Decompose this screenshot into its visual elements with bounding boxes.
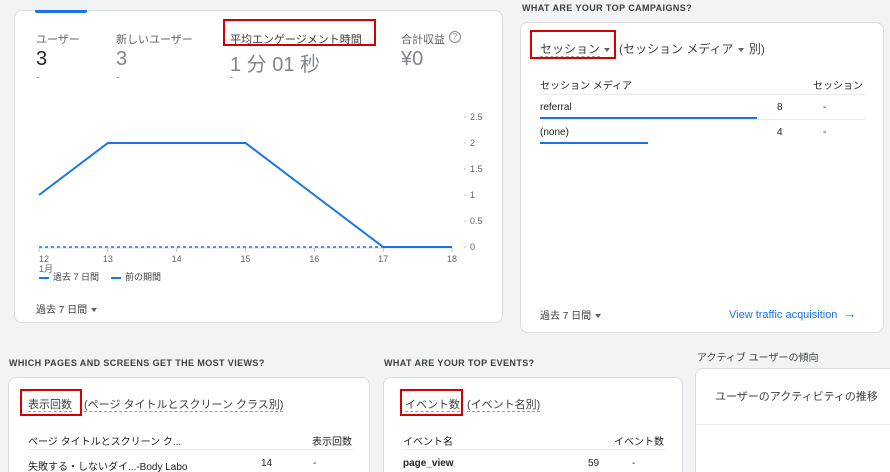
metric-engagement-value: 1 分 01 秒: [230, 54, 321, 76]
help-circle-icon[interactable]: ?: [449, 31, 461, 43]
metric-new-users-label[interactable]: 新しいユーザー: [116, 31, 193, 47]
x-tick-label: 14: [172, 254, 182, 264]
campaigns-row-value: 4: [777, 127, 783, 138]
series-current-line: [38, 142, 452, 248]
events-row-delta: -: [632, 458, 636, 469]
caret-down-icon: [737, 47, 744, 52]
pages-col-metric: 表示回数: [312, 437, 352, 448]
y-tick-label: 0: [470, 242, 475, 252]
metric-users-label[interactable]: ユーザー: [36, 31, 80, 47]
campaigns-card: セッション (セッション メディア 別) セッション メディア セッション re…: [520, 22, 884, 333]
campaigns-date-range-dropdown[interactable]: 過去 7 日間: [540, 307, 602, 322]
metric-users-delta: -: [36, 72, 39, 82]
campaigns-row-label: referral: [540, 102, 572, 113]
divider: [403, 449, 665, 450]
y-tick-label: 1: [470, 190, 475, 200]
highlight-engagement: [223, 19, 376, 46]
y-tick-label: 0.5: [470, 216, 483, 226]
pages-dimension-selector[interactable]: (ページ タイトルとスクリーン クラス別): [84, 396, 284, 412]
campaigns-row-value: 8: [777, 102, 783, 113]
events-col-dimension: イベント名: [403, 437, 453, 448]
events-dimension-selector[interactable]: (イベント名別): [467, 396, 541, 412]
events-metric-label: イベント数: [405, 399, 460, 412]
campaigns-row-bar: [540, 142, 648, 144]
x-tick-label: 17: [378, 254, 388, 264]
pages-row-label: 失敗する・しないダイ...-Body Labo: [28, 462, 188, 472]
x-tick-label: 18: [447, 254, 457, 264]
events-metric-selector[interactable]: イベント数: [405, 396, 460, 412]
campaigns-row-delta: -: [823, 127, 827, 138]
metric-users-value: 3: [36, 48, 48, 70]
campaigns-metric-label: セッション: [540, 42, 601, 57]
view-traffic-acquisition-link[interactable]: View traffic acquisition →: [729, 306, 857, 321]
pages-card: 表示回数 (ページ タイトルとスクリーン クラス別) ページ タイトルとスクリー…: [8, 377, 370, 472]
pages-col-dimension: ページ タイトルとスクリーン ク...: [28, 437, 182, 448]
divider: [696, 424, 890, 425]
legend-previous-swatch-icon: [111, 276, 121, 279]
events-row-value: 59: [588, 458, 600, 469]
divider: [28, 449, 353, 450]
users-line-chart: 2.521.510.5012 13 14 15 16 17 181月: [38, 112, 483, 274]
caret-down-icon: [595, 314, 602, 319]
y-tick-label: 2: [470, 138, 475, 148]
campaigns-dimension-label: (セッション メディア: [619, 42, 734, 56]
caret-down-icon: [604, 47, 611, 52]
date-range-label: 過去 7 日間: [36, 305, 88, 316]
legend-current-label: 過去 7 日間: [53, 272, 100, 282]
pages-row-value: 14: [261, 458, 273, 469]
legend-previous[interactable]: 前の期間: [111, 270, 161, 283]
campaigns-date-range-label: 過去 7 日間: [540, 311, 592, 322]
metric-revenue-label[interactable]: 合計収益: [401, 31, 445, 47]
campaigns-dimension-suffix: 別): [748, 42, 765, 56]
x-tick-label: 16: [309, 254, 319, 264]
date-range-dropdown[interactable]: 過去 7 日間: [36, 301, 98, 316]
overview-card: ユーザー 3 - 新しいユーザー 3 - 平均エンゲージメント時間 1 分 01…: [14, 10, 503, 323]
x-tick-label: 13: [103, 254, 113, 264]
events-section-title: WHAT ARE YOUR TOP EVENTS?: [384, 358, 535, 368]
legend-previous-label: 前の期間: [125, 272, 162, 282]
active-tab-indicator: [35, 10, 87, 13]
pages-section-title: WHICH PAGES AND SCREENS GET THE MOST VIE…: [9, 358, 265, 368]
divider: [540, 94, 865, 95]
metric-new-users-value: 3: [116, 48, 128, 70]
x-tick-label: 15: [240, 254, 250, 264]
metric-revenue-value: ¥0: [401, 48, 424, 70]
pages-metric-label: 表示回数: [28, 399, 72, 412]
campaigns-row-delta: -: [823, 102, 827, 113]
campaigns-dimension-selector[interactable]: (セッション メディア 別): [619, 40, 765, 57]
trend-card-title: ユーザーのアクティビティの推移: [715, 391, 878, 403]
events-col-metric: イベント数: [614, 437, 664, 448]
metric-engagement-delta: -: [230, 72, 233, 82]
campaigns-row-label: (none): [540, 127, 569, 138]
trend-card: ユーザーのアクティビティの推移: [695, 368, 890, 472]
events-card: イベント数 (イベント名別) イベント名 イベント数 page_view 59 …: [383, 377, 683, 472]
campaigns-col-dimension: セッション メディア: [540, 81, 633, 92]
legend-current-swatch-icon: [39, 276, 49, 279]
metric-new-users-delta: -: [116, 72, 119, 82]
divider: [540, 119, 865, 120]
trend-section-title: アクティブ ユーザーの傾向: [697, 353, 819, 364]
campaigns-section-title: WHAT ARE YOUR TOP CAMPAIGNS?: [522, 3, 693, 13]
caret-down-icon: [91, 308, 98, 313]
y-tick-label: 1.5: [470, 164, 483, 174]
events-row-label: page_view: [403, 458, 454, 469]
pages-dimension-label: (ページ タイトルとスクリーン クラス別): [84, 399, 284, 412]
events-dimension-label: (イベント名別): [467, 399, 541, 412]
campaigns-metric-selector[interactable]: セッション: [540, 40, 611, 57]
legend-current[interactable]: 過去 7 日間: [39, 270, 99, 283]
x-tick-label: 12: [39, 254, 49, 264]
y-tick-label: 2.5: [470, 112, 483, 122]
pages-metric-selector[interactable]: 表示回数: [28, 396, 72, 412]
campaigns-col-metric: セッション: [813, 81, 863, 92]
arrow-right-icon: →: [843, 306, 857, 321]
view-traffic-acquisition-label: View traffic acquisition: [729, 309, 838, 321]
pages-row-delta: -: [313, 458, 317, 469]
